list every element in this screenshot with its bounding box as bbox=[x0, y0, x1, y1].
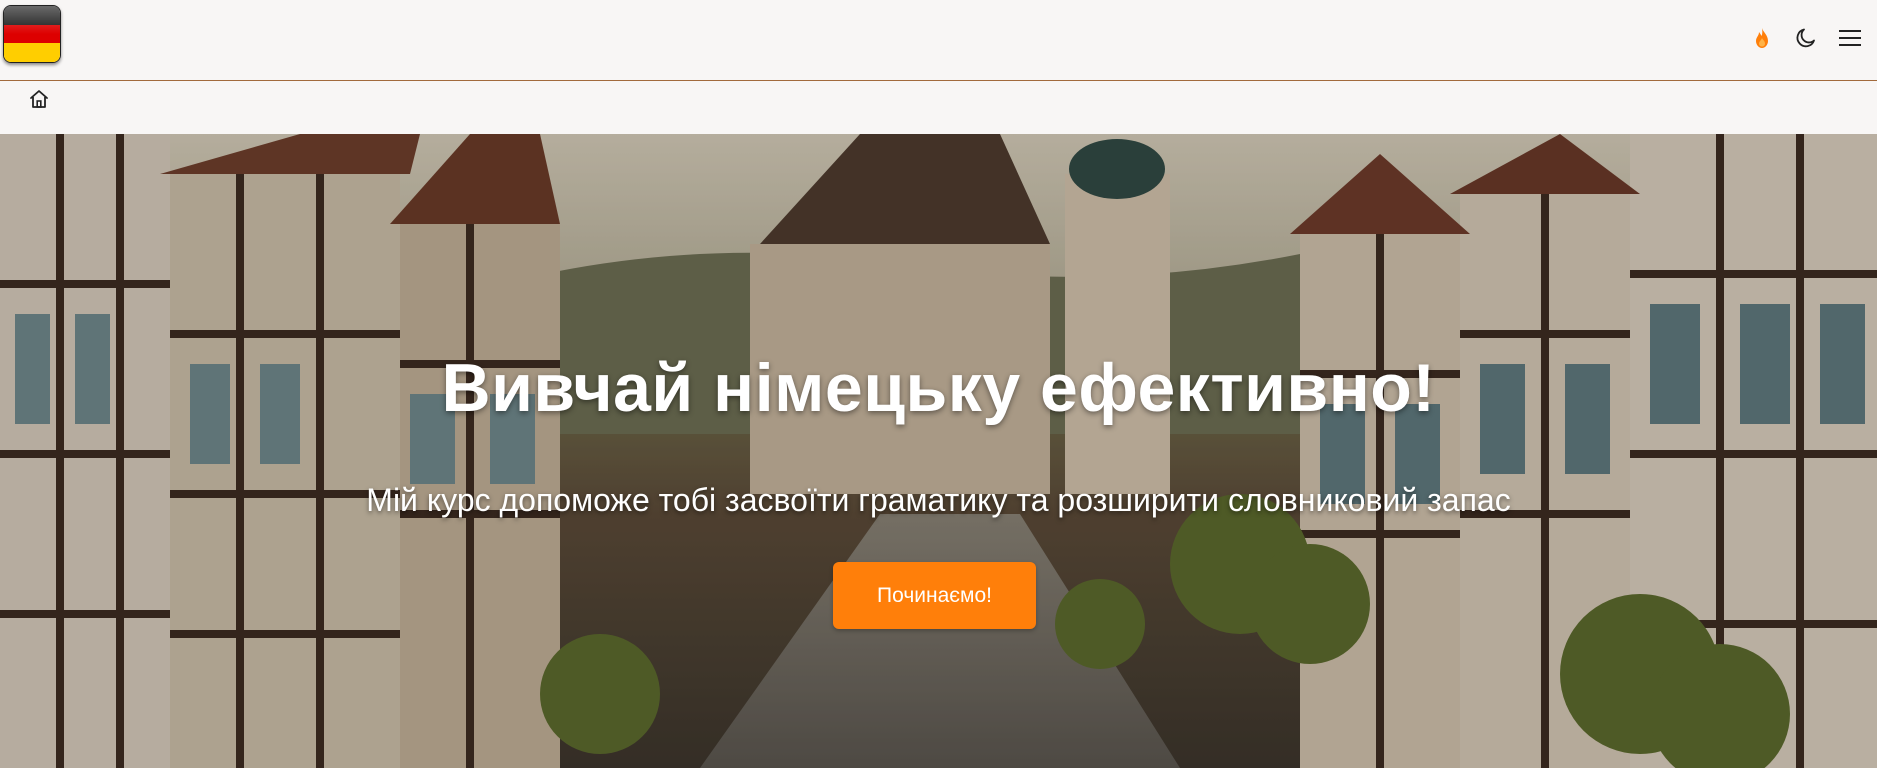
breadcrumb bbox=[0, 81, 1877, 134]
start-button[interactable]: Починаємо! bbox=[833, 562, 1036, 629]
streak-fire-icon bbox=[1756, 28, 1768, 48]
header-actions bbox=[1747, 20, 1865, 56]
home-icon bbox=[30, 90, 48, 108]
flag-gloss bbox=[4, 6, 60, 34]
hero-section: Вивчай німецьку ефективно! Мій курс допо… bbox=[0, 134, 1877, 768]
top-header bbox=[0, 0, 1877, 81]
streak-button[interactable] bbox=[1747, 21, 1777, 55]
hero-subtitle: Мій курс допоможе тобі засвоїти граматик… bbox=[366, 482, 1511, 518]
moon-icon bbox=[1796, 28, 1815, 48]
menu-button[interactable] bbox=[1835, 21, 1865, 55]
hero-overlay bbox=[0, 134, 1877, 768]
hero-title: Вивчай німецьку ефективно! bbox=[441, 350, 1436, 426]
theme-toggle-button[interactable] bbox=[1791, 21, 1821, 55]
home-link[interactable] bbox=[27, 87, 51, 111]
flag-stripe-gold bbox=[4, 43, 60, 62]
germany-flag-icon[interactable] bbox=[3, 5, 61, 63]
hamburger-menu-icon bbox=[1839, 30, 1861, 46]
